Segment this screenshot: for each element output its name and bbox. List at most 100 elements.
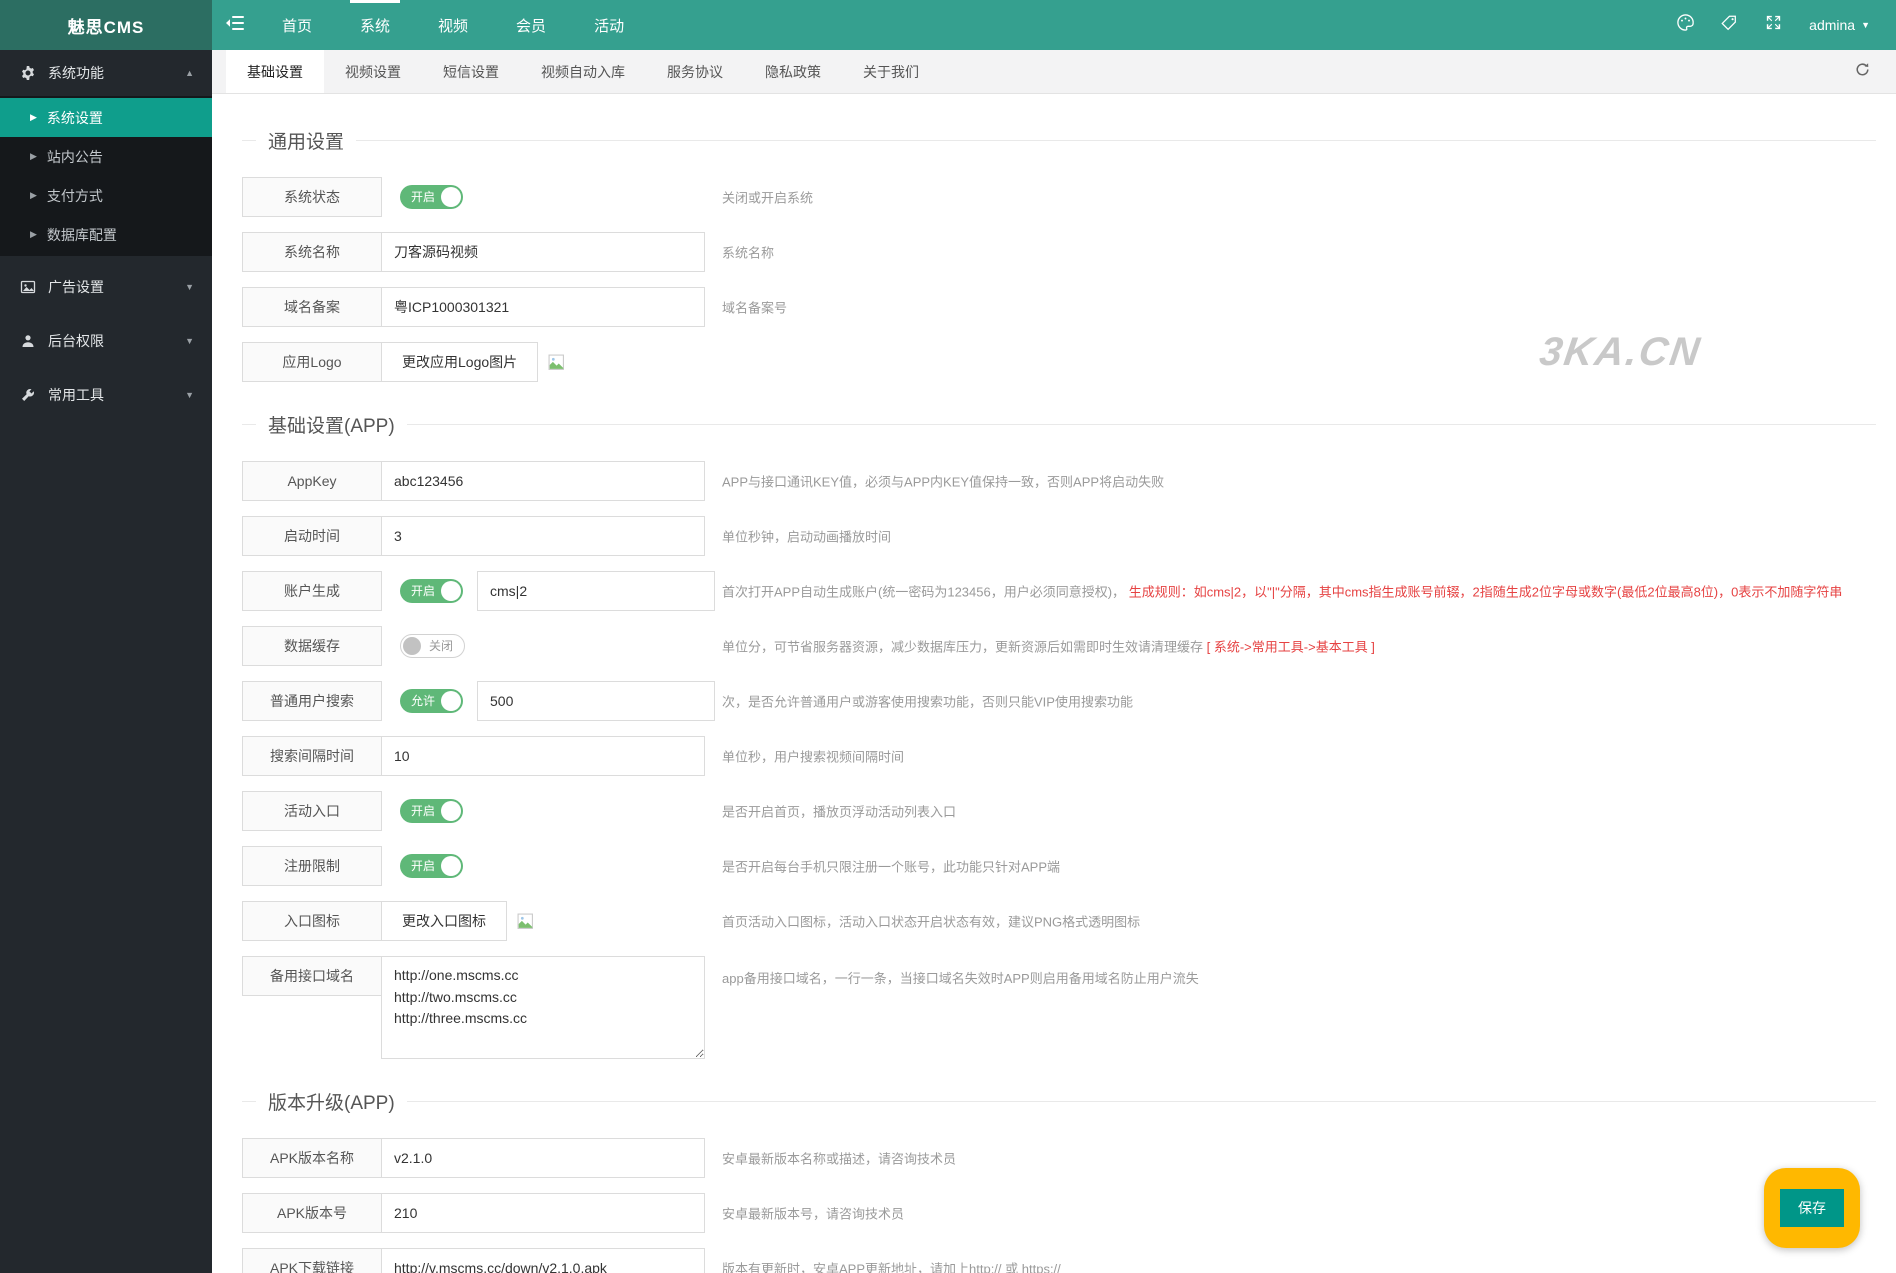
field-description: 单位秒钟，启动动画播放时间 bbox=[722, 527, 891, 546]
tab-privacy-policy[interactable]: 隐私政策 bbox=[744, 50, 842, 93]
field-label: AppKey bbox=[242, 461, 382, 501]
tag-button[interactable] bbox=[1707, 0, 1751, 50]
sidebar-submenu: ▶ 系统设置 ▶ 站内公告 ▶ 支付方式 ▶ 数据库配置 bbox=[0, 96, 212, 256]
toggle-label: 开启 bbox=[411, 584, 435, 598]
triangle-right-icon: ▶ bbox=[30, 229, 37, 240]
user-search-toggle[interactable]: 允许 bbox=[400, 689, 463, 713]
change-logo-button[interactable]: 更改应用Logo图片 bbox=[381, 342, 538, 382]
account-gen-toggle[interactable]: 开启 bbox=[400, 579, 463, 603]
field-label: 活动入口 bbox=[242, 791, 382, 831]
tab-about-us[interactable]: 关于我们 bbox=[842, 50, 940, 93]
system-status-toggle[interactable]: 开启 bbox=[400, 185, 463, 209]
tab-basic-settings[interactable]: 基础设置 bbox=[226, 50, 324, 93]
chevron-down-icon: ▼ bbox=[185, 390, 194, 400]
topnav-item-video[interactable]: 视频 bbox=[414, 0, 492, 50]
appkey-input[interactable] bbox=[381, 461, 705, 501]
toggle-knob bbox=[441, 856, 461, 876]
field-description: 安卓最新版本名称或描述，请咨询技术员 bbox=[722, 1149, 956, 1168]
broken-image-icon bbox=[517, 913, 534, 930]
toggle-knob bbox=[441, 691, 461, 711]
section-app: 基础设置(APP) AppKey APP与接口通讯KEY值，必须与APP内KEY… bbox=[242, 424, 1876, 1059]
app-logo: 魅思CMS bbox=[0, 0, 212, 50]
sidebar-group-ads[interactable]: 广告设置 ▼ bbox=[0, 264, 212, 310]
tab-sms-settings[interactable]: 短信设置 bbox=[422, 50, 520, 93]
sidebar-item-label: 站内公告 bbox=[47, 147, 103, 167]
refresh-button[interactable] bbox=[1844, 50, 1880, 94]
fullscreen-icon bbox=[1765, 14, 1782, 36]
field-label: 应用Logo bbox=[242, 342, 382, 382]
triangle-right-icon: ▶ bbox=[30, 190, 37, 201]
backup-domains-textarea[interactable]: http://one.mscms.cc http://two.mscms.cc … bbox=[381, 956, 705, 1059]
sidebar-group-label: 广告设置 bbox=[48, 277, 104, 297]
field-label: 搜索间隔时间 bbox=[242, 736, 382, 776]
form-row-entry-icon: 入口图标 更改入口图标 首页活动入口图标，活动入口状态开启状态有效，建议PNG格… bbox=[242, 901, 1876, 941]
sidebar-item-system-settings[interactable]: ▶ 系统设置 bbox=[0, 98, 212, 137]
chevron-down-icon: ▼ bbox=[185, 282, 194, 292]
sidebar-group-tools[interactable]: 常用工具 ▼ bbox=[0, 372, 212, 418]
boot-time-input[interactable] bbox=[381, 516, 705, 556]
field-description: 单位秒，用户搜索视频间隔时间 bbox=[722, 747, 904, 766]
save-button-container[interactable]: 保存 bbox=[1764, 1168, 1860, 1248]
field-description: 版本有更新时，安卓APP更新地址，请加上http:// 或 https:// bbox=[722, 1259, 1061, 1273]
field-label: APK版本名称 bbox=[242, 1138, 382, 1178]
form-row-apk-code: APK版本号 安卓最新版本号，请咨询技术员 bbox=[242, 1193, 1876, 1233]
data-cache-toggle[interactable]: 关闭 bbox=[400, 634, 465, 658]
sidebar-item-payment[interactable]: ▶ 支付方式 bbox=[0, 176, 212, 215]
sidebar-item-site-notice[interactable]: ▶ 站内公告 bbox=[0, 137, 212, 176]
topnav-item-member[interactable]: 会员 bbox=[492, 0, 570, 50]
field-label: 入口图标 bbox=[242, 901, 382, 941]
topnav-item-system[interactable]: 系统 bbox=[336, 0, 414, 50]
field-label: 启动时间 bbox=[242, 516, 382, 556]
sidebar-item-label: 数据库配置 bbox=[47, 225, 117, 245]
description-text: 首次打开APP自动生成账户(统一密码为123456，用户必须同意授权)， bbox=[722, 585, 1125, 600]
form-row-backup-domains: 备用接口域名 http://one.mscms.cc http://two.ms… bbox=[242, 956, 1876, 1059]
search-limit-input[interactable] bbox=[477, 681, 715, 721]
system-name-input[interactable] bbox=[381, 232, 705, 272]
topnav-item-activity[interactable]: 活动 bbox=[570, 0, 648, 50]
field-description: APP与接口通讯KEY值，必须与APP内KEY值保持一致，否则APP将启动失败 bbox=[722, 472, 1164, 491]
toggle-knob bbox=[441, 581, 461, 601]
apk-code-input[interactable] bbox=[381, 1193, 705, 1233]
user-menu[interactable]: admina ▼ bbox=[1809, 17, 1870, 33]
field-description: 单位分，可节省服务器资源，减少数据库压力，更新资源后如需即时生效请清理缓存 [ … bbox=[722, 637, 1375, 656]
field-description: 安卓最新版本号，请咨询技术员 bbox=[722, 1204, 904, 1223]
sidebar-group-system[interactable]: 系统功能 ▲ bbox=[0, 50, 212, 96]
topnav-item-home[interactable]: 首页 bbox=[258, 0, 336, 50]
toggle-knob bbox=[441, 187, 461, 207]
tab-auto-import[interactable]: 视频自动入库 bbox=[520, 50, 646, 93]
field-description: 系统名称 bbox=[722, 243, 774, 262]
toggle-label: 允许 bbox=[411, 694, 435, 708]
activity-entry-toggle[interactable]: 开启 bbox=[400, 799, 463, 823]
chevron-up-icon: ▲ bbox=[185, 68, 194, 78]
register-limit-toggle[interactable]: 开启 bbox=[400, 854, 463, 878]
icp-input[interactable] bbox=[381, 287, 705, 327]
topbar-right: admina ▼ bbox=[1663, 0, 1896, 50]
sidebar-item-label: 支付方式 bbox=[47, 186, 103, 206]
form-row-apk-name: APK版本名称 安卓最新版本名称或描述，请咨询技术员 bbox=[242, 1138, 1876, 1178]
fullscreen-button[interactable] bbox=[1751, 0, 1795, 50]
toggle-label: 开启 bbox=[411, 804, 435, 818]
search-interval-input[interactable] bbox=[381, 736, 705, 776]
sidebar-group-label: 后台权限 bbox=[48, 331, 104, 351]
sidebar-group-permissions[interactable]: 后台权限 ▼ bbox=[0, 318, 212, 364]
field-description: app备用接口域名，一行一条，当接口域名失效时APP则启用备用域名防止用户流失 bbox=[722, 968, 1199, 987]
form-row-user-search: 普通用户搜索 允许 次，是否允许普通用户或游客使用搜索功能，否则只能VIP使用搜… bbox=[242, 681, 1876, 721]
tab-service-agreement[interactable]: 服务协议 bbox=[646, 50, 744, 93]
description-text: 单位分，可节省服务器资源，减少数据库压力，更新资源后如需即时生效请清理缓存 bbox=[722, 640, 1207, 655]
chevron-down-icon: ▼ bbox=[1861, 20, 1870, 30]
sidebar-collapse-button[interactable] bbox=[212, 0, 258, 50]
sidebar-item-database[interactable]: ▶ 数据库配置 bbox=[0, 215, 212, 254]
tab-video-settings[interactable]: 视频设置 bbox=[324, 50, 422, 93]
form-row-boot-time: 启动时间 单位秒钟，启动动画播放时间 bbox=[242, 516, 1876, 556]
change-entry-icon-button[interactable]: 更改入口图标 bbox=[381, 901, 507, 941]
toggle-label: 开启 bbox=[411, 190, 435, 204]
form-row-apk-url: APK下载链接 版本有更新时，安卓APP更新地址，请加上http:// 或 ht… bbox=[242, 1248, 1876, 1273]
account-rule-input[interactable] bbox=[477, 571, 715, 611]
field-label: APK下载链接 bbox=[242, 1248, 382, 1273]
save-button[interactable]: 保存 bbox=[1780, 1189, 1844, 1227]
broken-image-icon bbox=[548, 354, 565, 371]
apk-name-input[interactable] bbox=[381, 1138, 705, 1178]
apk-url-input[interactable] bbox=[381, 1248, 705, 1273]
triangle-right-icon: ▶ bbox=[30, 151, 37, 162]
theme-button[interactable] bbox=[1663, 0, 1707, 50]
